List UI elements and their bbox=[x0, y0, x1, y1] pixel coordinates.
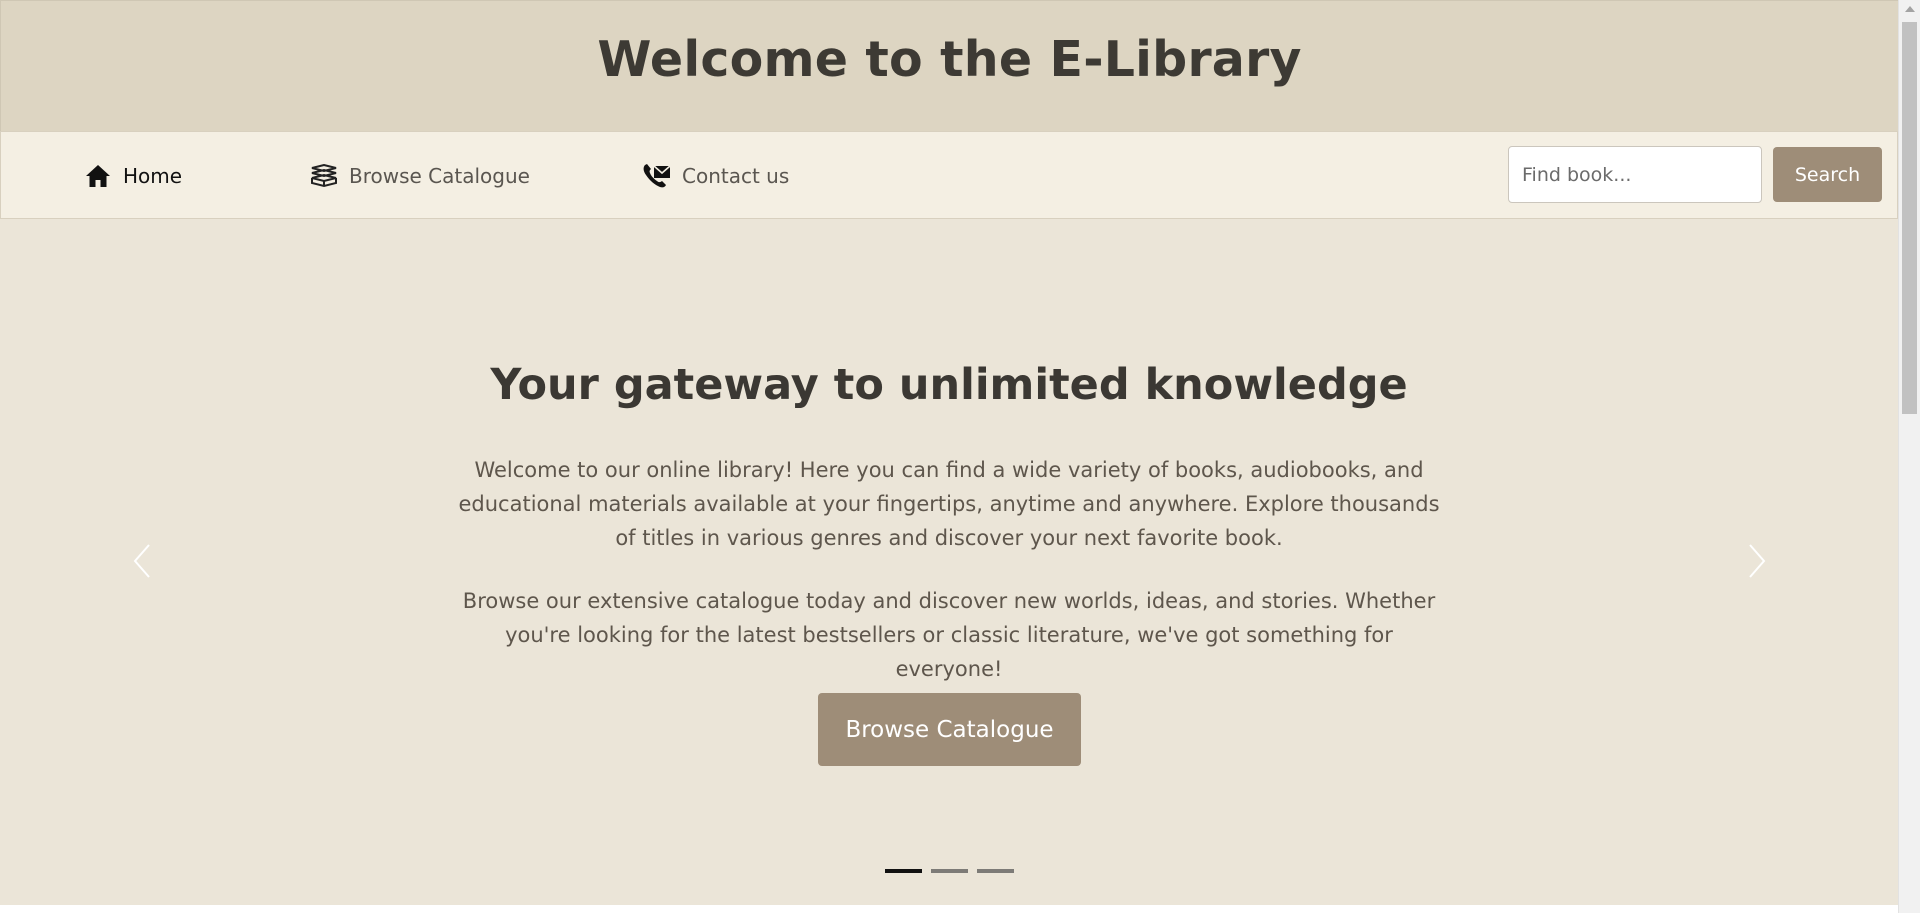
books-icon bbox=[309, 162, 339, 190]
contact-icon bbox=[642, 162, 672, 190]
carousel-indicator-1[interactable] bbox=[885, 869, 922, 873]
carousel-indicator-2[interactable] bbox=[931, 869, 968, 873]
nav-item-home[interactable]: Home bbox=[83, 162, 182, 190]
home-icon bbox=[83, 162, 113, 190]
carousel-indicators bbox=[885, 869, 1014, 873]
vertical-scrollbar[interactable] bbox=[1898, 0, 1920, 913]
carousel-prev-button[interactable] bbox=[122, 538, 162, 588]
site-title: Welcome to the E-Library bbox=[597, 31, 1302, 88]
chevron-right-icon bbox=[1747, 543, 1767, 583]
scroll-up-arrow-icon[interactable] bbox=[1899, 0, 1920, 18]
carousel-indicator-3[interactable] bbox=[977, 869, 1014, 873]
nav-item-browse-label: Browse Catalogue bbox=[349, 164, 530, 188]
search-button[interactable]: Search bbox=[1773, 147, 1882, 202]
page: Welcome to the E-Library Home Browse Cat… bbox=[0, 0, 1898, 913]
nav-item-browse-catalogue[interactable]: Browse Catalogue bbox=[309, 162, 530, 190]
browse-catalogue-button[interactable]: Browse Catalogue bbox=[818, 693, 1081, 766]
page-bottom-edge bbox=[0, 905, 1898, 913]
hero-browse-text: Browse our extensive catalogue today and… bbox=[462, 589, 1436, 681]
nav-item-contact-label: Contact us bbox=[682, 164, 790, 188]
nav-item-contact-us[interactable]: Contact us bbox=[642, 162, 789, 190]
hero-carousel: Your gateway to unlimited knowledge Welc… bbox=[0, 219, 1898, 905]
site-header: Welcome to the E-Library bbox=[0, 0, 1898, 131]
search-input[interactable] bbox=[1508, 146, 1762, 203]
carousel-next-button[interactable] bbox=[1737, 538, 1777, 588]
chevron-left-icon bbox=[132, 543, 152, 583]
nav-item-home-label: Home bbox=[123, 164, 183, 188]
hero-intro-text: Welcome to our online library! Here you … bbox=[458, 458, 1440, 550]
scrollbar-thumb[interactable] bbox=[1902, 22, 1917, 414]
hero-heading: Your gateway to unlimited knowledge bbox=[490, 360, 1408, 410]
